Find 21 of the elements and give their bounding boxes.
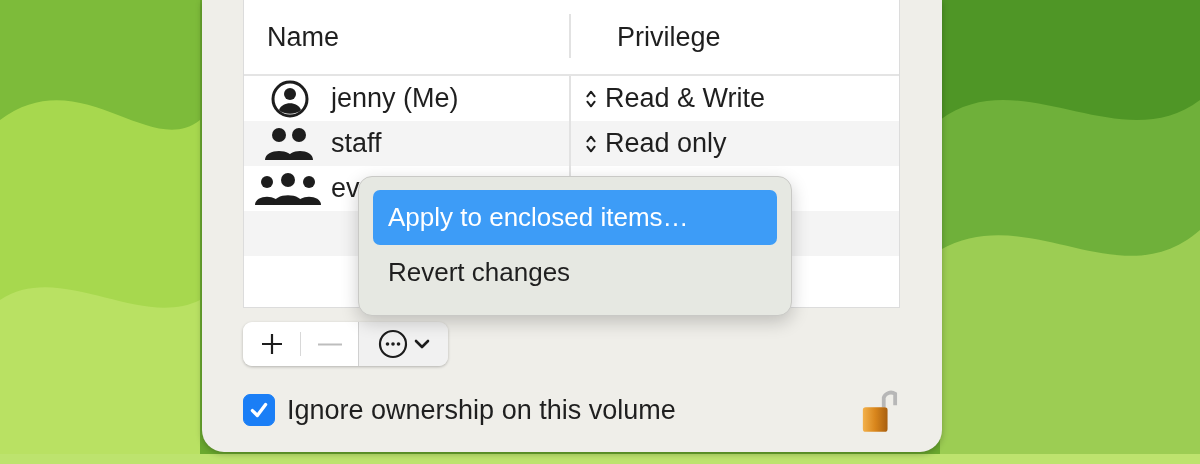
- three-people-icon: [255, 170, 321, 207]
- chevron-down-icon: [413, 338, 430, 350]
- up-down-icon: [585, 133, 597, 154]
- privilege-popup[interactable]: Read only: [585, 128, 727, 159]
- user-icon: [270, 78, 310, 119]
- up-down-icon: [585, 88, 597, 109]
- checkbox[interactable]: [243, 394, 275, 426]
- user-name: jenny (Me): [331, 83, 459, 114]
- add-button[interactable]: [243, 322, 301, 366]
- privilege-popup[interactable]: Read & Write: [585, 83, 766, 114]
- minus-icon: [317, 342, 342, 346]
- menu-item[interactable]: Revert changes: [373, 245, 777, 300]
- checkbox-label: Ignore ownership on this volume: [287, 394, 676, 426]
- column-header[interactable]: Name: [244, 0, 571, 74]
- plus-icon: [260, 332, 284, 356]
- action-menu-button[interactable]: [359, 322, 448, 366]
- column-header[interactable]: Privilege: [571, 0, 721, 74]
- two-people-icon: [263, 125, 315, 162]
- user-name: ev: [331, 173, 360, 204]
- more-icon: [377, 329, 408, 359]
- user-name: staff: [331, 128, 382, 159]
